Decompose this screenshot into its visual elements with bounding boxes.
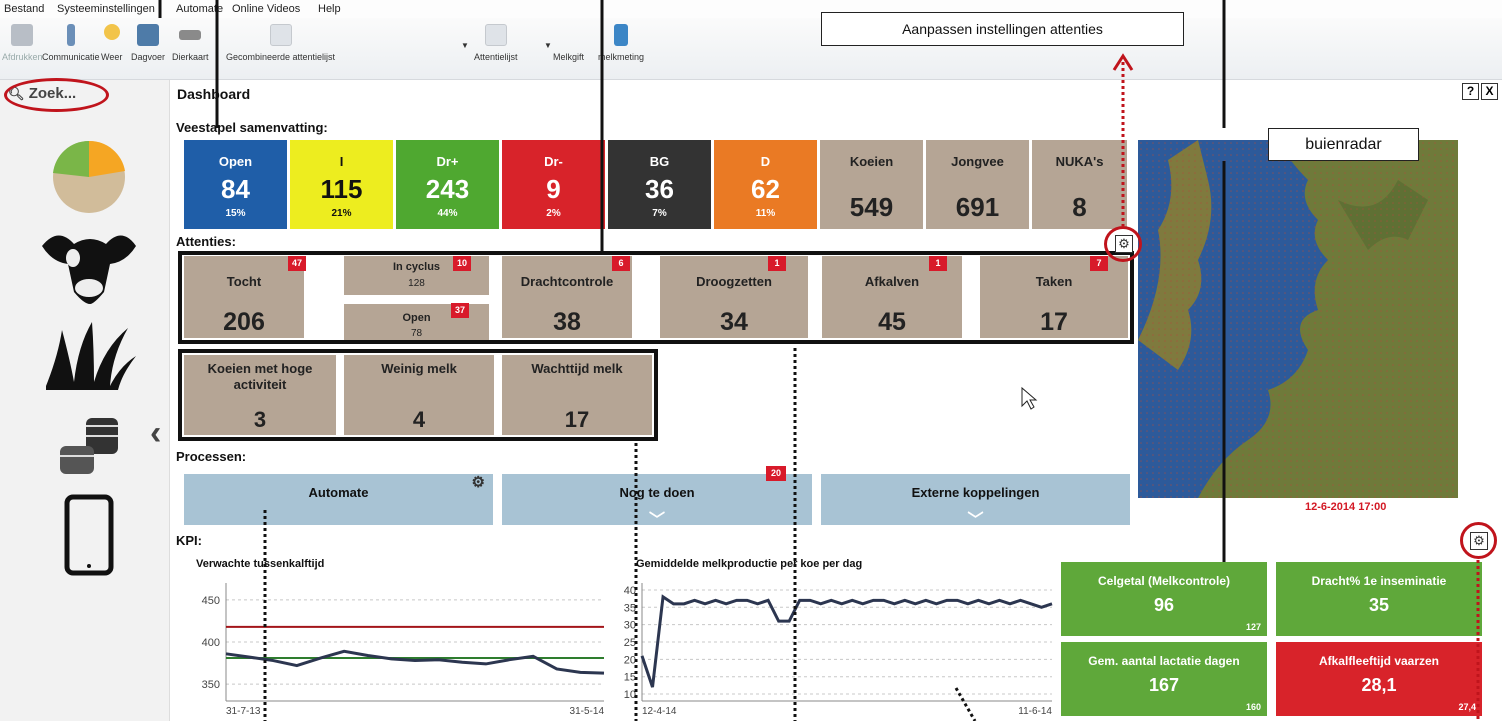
annotation-dotted-line bbox=[954, 687, 977, 721]
annotation-overlay bbox=[158, 0, 1480, 721]
dashboard-screen: { "menu": ["Bestand", "Systeeminstelling… bbox=[0, 0, 1502, 721]
mouse-cursor-icon bbox=[1021, 386, 1038, 410]
